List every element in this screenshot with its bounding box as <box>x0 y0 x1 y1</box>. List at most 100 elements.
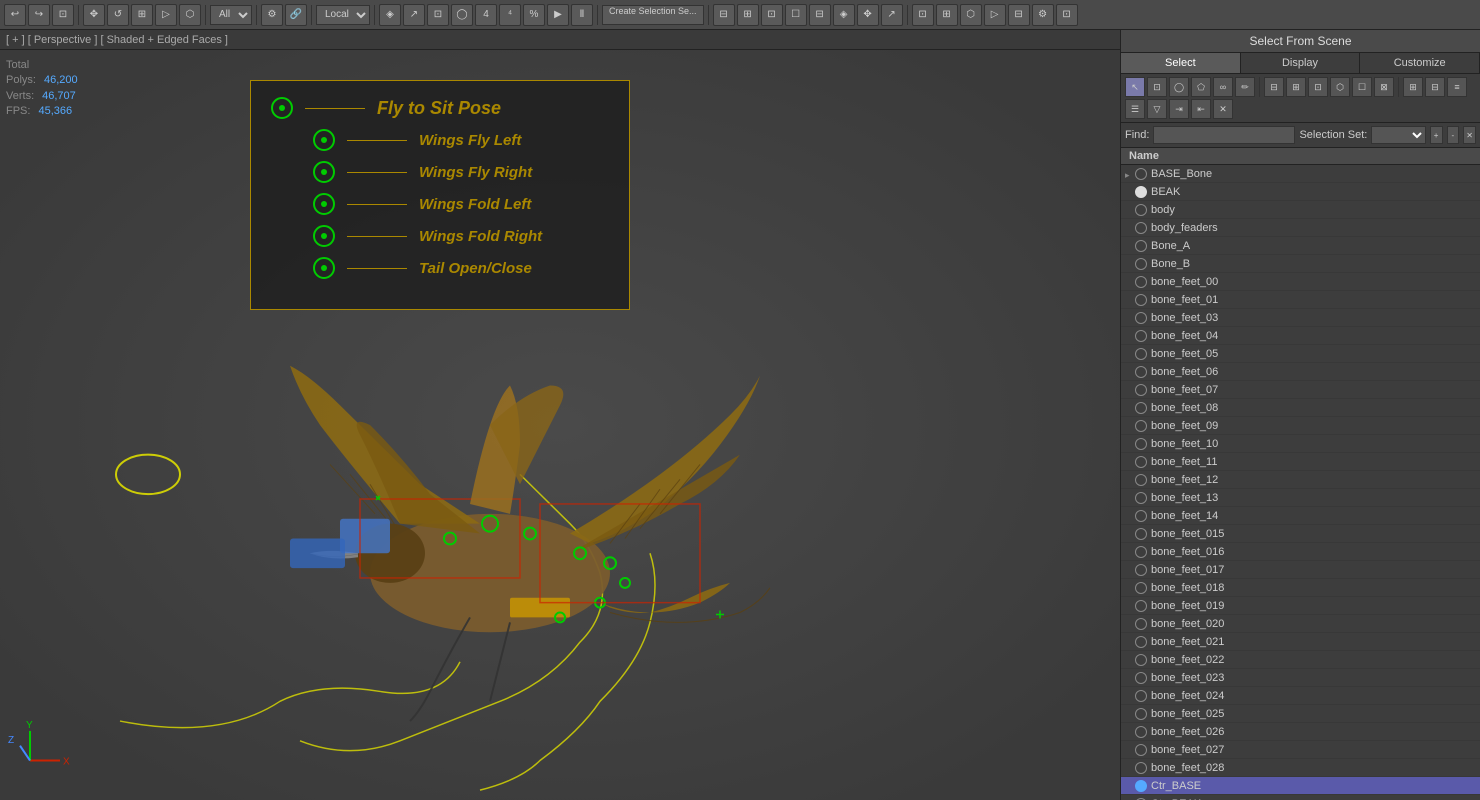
list-item[interactable]: bone_feet_025 <box>1121 705 1480 723</box>
list-item[interactable]: bone_feet_09 <box>1121 417 1480 435</box>
list-item[interactable]: bone_feet_019 <box>1121 597 1480 615</box>
tab-customize[interactable]: Customize <box>1360 53 1480 73</box>
list-item[interactable]: bone_feet_024 <box>1121 687 1480 705</box>
list-item[interactable]: bone_feet_14 <box>1121 507 1480 525</box>
list-item[interactable]: bone_feet_020 <box>1121 615 1480 633</box>
toolbar-scale[interactable]: ⊞ <box>131 4 153 26</box>
panel-icon-c[interactable]: ⊡ <box>1308 77 1328 97</box>
list-item[interactable]: bone_feet_11 <box>1121 453 1480 471</box>
list-item[interactable]: Bone_A <box>1121 237 1480 255</box>
list-item[interactable]: bone_feet_027 <box>1121 741 1480 759</box>
toolbar-redo[interactable]: ↪ <box>28 4 50 26</box>
toolbar-settings[interactable]: ⚙ <box>261 4 283 26</box>
list-item[interactable]: bone_feet_018 <box>1121 579 1480 597</box>
list-item[interactable]: bone_feet_01 <box>1121 291 1480 309</box>
toolbar-icon6[interactable]: ◈ <box>833 4 855 26</box>
list-item[interactable]: bone_feet_023 <box>1121 669 1480 687</box>
panel-icon-sort3[interactable]: ≡ <box>1447 77 1467 97</box>
list-item[interactable]: bone_feet_022 <box>1121 651 1480 669</box>
toolbar-play[interactable]: ▶ <box>547 4 569 26</box>
selection-set-dropdown[interactable] <box>1371 126 1425 144</box>
toolbar-icon12[interactable]: ▷ <box>984 4 1006 26</box>
toolbar-icon15[interactable]: ⊡ <box>1056 4 1078 26</box>
toolbar-pivot[interactable]: ◈ <box>379 4 401 26</box>
panel-icon-pointer[interactable]: ↖ <box>1125 77 1145 97</box>
list-item[interactable]: BEAK <box>1121 183 1480 201</box>
panel-icon-b[interactable]: ⊞ <box>1286 77 1306 97</box>
list-item[interactable]: bone_feet_13 <box>1121 489 1480 507</box>
panel-icon-e[interactable]: ☐ <box>1352 77 1372 97</box>
toolbar-icon3[interactable]: ⊡ <box>761 4 783 26</box>
list-item[interactable]: bone_feet_06 <box>1121 363 1480 381</box>
list-item[interactable]: ▸BASE_Bone <box>1121 165 1480 183</box>
list-item[interactable]: bone_feet_017 <box>1121 561 1480 579</box>
list-item[interactable]: bone_feet_00 <box>1121 273 1480 291</box>
toolbar-icon5[interactable]: ⊟ <box>809 4 831 26</box>
toolbar-select2[interactable]: ▷ <box>155 4 177 26</box>
list-item[interactable]: bone_feet_12 <box>1121 471 1480 489</box>
toolbar-pause[interactable]: Ⅱ <box>571 4 593 26</box>
list-item[interactable]: bone_feet_016 <box>1121 543 1480 561</box>
panel-icon-import2[interactable]: ⇤ <box>1191 99 1211 119</box>
toolbar-icon13[interactable]: ⊟ <box>1008 4 1030 26</box>
panel-icon-d[interactable]: ⬡ <box>1330 77 1350 97</box>
panel-sub-btn[interactable]: - <box>1447 126 1460 144</box>
toolbar-arrow[interactable]: ↗ <box>403 4 425 26</box>
toolbar-rotate[interactable]: ↺ <box>107 4 129 26</box>
list-item[interactable]: Bone_B <box>1121 255 1480 273</box>
panel-list[interactable]: ▸BASE_Bone BEAK body body_feaders Bone_A… <box>1121 165 1480 800</box>
toolbar-icon4[interactable]: ☐ <box>785 4 807 26</box>
tab-display[interactable]: Display <box>1241 53 1361 73</box>
toolbar-icon8[interactable]: ↗ <box>881 4 903 26</box>
list-item[interactable]: bone_feet_08 <box>1121 399 1480 417</box>
toolbar-create-sel[interactable]: Create Selection Se... <box>602 5 704 25</box>
toolbar-icon14[interactable]: ⚙ <box>1032 4 1054 26</box>
toolbar-minus[interactable]: % <box>523 4 545 26</box>
panel-icon-lasso[interactable]: ∞ <box>1213 77 1233 97</box>
panel-icon-sort2[interactable]: ⊟ <box>1425 77 1445 97</box>
panel-icon-f[interactable]: ⊠ <box>1374 77 1394 97</box>
panel-icon-del[interactable]: ✕ <box>1213 99 1233 119</box>
list-item[interactable]: Ctr_BEAK <box>1121 795 1480 800</box>
panel-icon-a[interactable]: ⊟ <box>1264 77 1284 97</box>
toolbar-quad[interactable]: ⊡ <box>427 4 449 26</box>
list-item[interactable]: bone_feet_028 <box>1121 759 1480 777</box>
toolbar-snap[interactable]: 🔗 <box>285 4 307 26</box>
panel-icon-sort1[interactable]: ⊞ <box>1403 77 1423 97</box>
toolbar-coord-dropdown[interactable]: Local <box>316 5 370 25</box>
toolbar-icon7[interactable]: ✥ <box>857 4 879 26</box>
list-item[interactable]: bone_feet_015 <box>1121 525 1480 543</box>
toolbar-icon10[interactable]: ⊞ <box>936 4 958 26</box>
toolbar-poly[interactable]: ⬡ <box>179 4 201 26</box>
toolbar-icon11[interactable]: ⬡ <box>960 4 982 26</box>
panel-icon-circle[interactable]: ◯ <box>1169 77 1189 97</box>
viewport[interactable]: [ + ] [ Perspective ] [ Shaded + Edged F… <box>0 30 1120 800</box>
list-item[interactable]: bone_feet_10 <box>1121 435 1480 453</box>
toolbar-filter-dropdown[interactable]: All <box>210 5 252 25</box>
toolbar-icon2[interactable]: ⊞ <box>737 4 759 26</box>
toolbar-undo[interactable]: ↩ <box>4 4 26 26</box>
toolbar-icon9[interactable]: ⊡ <box>912 4 934 26</box>
list-item[interactable]: bone_feet_07 <box>1121 381 1480 399</box>
toolbar-num4[interactable]: 4 <box>475 4 497 26</box>
panel-icon-select[interactable]: ⊡ <box>1147 77 1167 97</box>
toolbar-move[interactable]: ✥ <box>83 4 105 26</box>
find-input[interactable] <box>1153 126 1295 144</box>
list-item[interactable]: bone_feet_03 <box>1121 309 1480 327</box>
panel-del-btn[interactable]: ✕ <box>1463 126 1476 144</box>
list-item[interactable]: bone_feet_05 <box>1121 345 1480 363</box>
list-item[interactable]: bone_feet_04 <box>1121 327 1480 345</box>
panel-icon-import1[interactable]: ⇥ <box>1169 99 1189 119</box>
list-item[interactable]: bone_feet_026 <box>1121 723 1480 741</box>
toolbar-circle[interactable]: ◯ <box>451 4 473 26</box>
panel-icon-paint[interactable]: ✏ <box>1235 77 1255 97</box>
panel-icon-filter[interactable]: ▽ <box>1147 99 1167 119</box>
toolbar-icon1[interactable]: ⊟ <box>713 4 735 26</box>
panel-icon-sort4[interactable]: ☰ <box>1125 99 1145 119</box>
panel-icon-fence[interactable]: ⬠ <box>1191 77 1211 97</box>
list-item[interactable]: Ctr_BASE <box>1121 777 1480 795</box>
toolbar-frac[interactable]: ⁴ <box>499 4 521 26</box>
list-item[interactable]: body <box>1121 201 1480 219</box>
tab-select[interactable]: Select <box>1121 53 1241 73</box>
list-item[interactable]: bone_feet_021 <box>1121 633 1480 651</box>
